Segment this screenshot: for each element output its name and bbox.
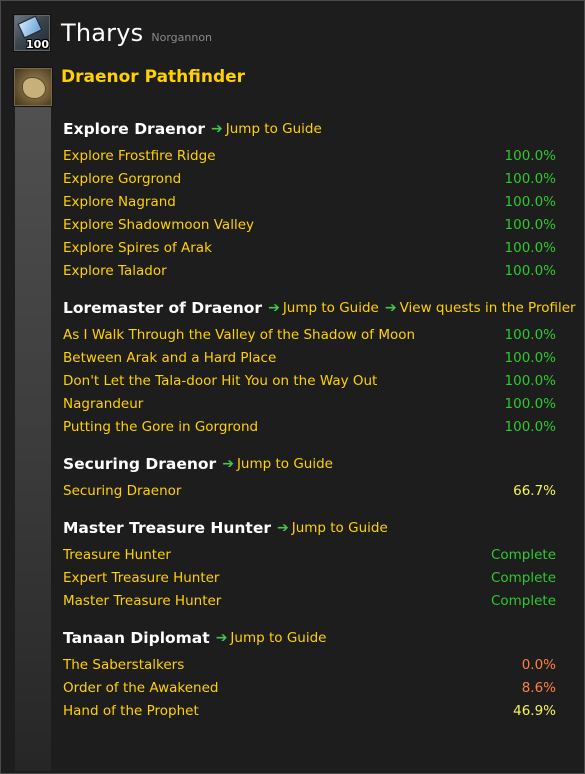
- section-header: Explore Draenor ➔ Jump to Guide: [63, 117, 556, 140]
- jump-to-guide-link[interactable]: ➔ Jump to Guide: [222, 456, 333, 472]
- criteria-row: Expert Treasure Hunter Complete: [63, 566, 556, 589]
- criteria-progress: 100.0%: [504, 262, 556, 279]
- criteria-row: Explore Spires of Arak 100.0%: [63, 236, 556, 259]
- arrow-right-icon: ➔: [276, 519, 289, 536]
- arrow-right-icon: ➔: [222, 455, 234, 472]
- link-label: View quests in the Profiler: [399, 299, 576, 316]
- criteria-section: Loremaster of Draenor ➔ Jump to Guide ➔ View…: [63, 296, 576, 438]
- criteria-progress: 100.0%: [504, 395, 556, 412]
- criteria-section: Explore Draenor ➔ Jump to Guide Explore Fro…: [63, 117, 556, 282]
- criteria-row: Nagrandeur 100.0%: [63, 392, 556, 415]
- criteria-progress: Complete: [490, 592, 556, 609]
- criteria-label[interactable]: Between Arak and a Hard Place: [63, 350, 276, 366]
- criteria-row: The Saberstalkers 0.0%: [63, 653, 556, 676]
- criteria-progress: 100.0%: [504, 239, 556, 256]
- criteria-row: Explore Shadowmoon Valley 100.0%: [63, 213, 556, 236]
- section-header: Master Treasure Hunter ➔ Jump to Guide: [63, 516, 556, 539]
- criteria-label[interactable]: Expert Treasure Hunter: [63, 570, 219, 586]
- map-icon: [13, 67, 53, 107]
- criteria-progress: Complete: [490, 569, 556, 586]
- criteria-progress: 100.0%: [504, 418, 556, 435]
- sidebar-bar: [15, 107, 51, 771]
- criteria-row: Don't Let the Tala-door Hit You on the W…: [63, 369, 556, 392]
- character-name[interactable]: Tharys: [61, 19, 143, 47]
- link-label: Jump to Guide: [236, 455, 333, 472]
- jump-to-guide-link[interactable]: ➔ Jump to Guide: [277, 520, 388, 536]
- section-title: Master Treasure Hunter: [63, 518, 271, 537]
- criteria-label[interactable]: Nagrandeur: [63, 396, 143, 412]
- criteria-row: Between Arak and a Hard Place 100.0%: [63, 346, 556, 369]
- jump-to-guide-link[interactable]: ➔ Jump to Guide: [211, 121, 322, 137]
- criteria-list: Explore Draenor ➔ Jump to Guide Explore Fro…: [63, 117, 576, 736]
- link-label: Jump to Guide: [230, 629, 327, 646]
- criteria-progress: 66.7%: [513, 482, 556, 499]
- criteria-label[interactable]: Putting the Gore in Gorgrond: [63, 419, 258, 435]
- criteria-progress: 100.0%: [504, 170, 556, 187]
- criteria-label[interactable]: Explore Frostfire Ridge: [63, 148, 216, 164]
- realm-name: Norgannon: [151, 30, 213, 44]
- jump-to-guide-link[interactable]: ➔ Jump to Guide: [268, 300, 379, 316]
- criteria-label[interactable]: As I Walk Through the Valley of the Shad…: [63, 327, 415, 343]
- section-title: Explore Draenor: [63, 119, 206, 138]
- jump-to-guide-link[interactable]: ➔ Jump to Guide: [216, 630, 327, 646]
- criteria-progress: 100.0%: [504, 216, 556, 233]
- link-label: Jump to Guide: [282, 299, 379, 316]
- criteria-label[interactable]: Securing Draenor: [63, 483, 181, 499]
- level-badge: 100: [26, 38, 49, 51]
- criteria-row: Hand of the Prophet 46.9%: [63, 699, 556, 722]
- criteria-progress: 100.0%: [504, 147, 556, 164]
- criteria-row: Putting the Gore in Gorgrond 100.0%: [63, 415, 556, 438]
- criteria-row: Treasure Hunter Complete: [63, 543, 556, 566]
- arrow-right-icon: ➔: [215, 629, 228, 646]
- criteria-section: Securing Draenor ➔ Jump to Guide Securing D…: [63, 452, 556, 502]
- section-header: Securing Draenor ➔ Jump to Guide: [63, 452, 556, 475]
- criteria-label[interactable]: Explore Spires of Arak: [63, 240, 212, 256]
- criteria-row: Master Treasure Hunter Complete: [63, 589, 556, 612]
- criteria-section: Master Treasure Hunter ➔ Jump to Guide Trea…: [63, 516, 556, 612]
- character-portrait-icon[interactable]: 100: [13, 14, 51, 52]
- criteria-label[interactable]: Explore Shadowmoon Valley: [63, 217, 254, 233]
- section-title: Loremaster of Draenor: [63, 298, 263, 317]
- criteria-progress: 46.9%: [513, 702, 556, 719]
- criteria-label[interactable]: Don't Let the Tala-door Hit You on the W…: [63, 373, 377, 389]
- section-title: Securing Draenor: [63, 454, 217, 473]
- criteria-progress: Complete: [490, 546, 556, 563]
- arrow-right-icon: ➔: [384, 299, 397, 316]
- criteria-label[interactable]: Hand of the Prophet: [63, 703, 199, 719]
- criteria-row: Explore Talador 100.0%: [63, 259, 556, 282]
- achievement-title: Draenor Pathfinder: [61, 67, 246, 87]
- link-label: Jump to Guide: [291, 519, 388, 536]
- criteria-progress: 100.0%: [504, 372, 556, 389]
- section-title: Tanaan Diplomat: [63, 628, 210, 647]
- section-header: Tanaan Diplomat ➔ Jump to Guide: [63, 626, 556, 649]
- link-label: Jump to Guide: [225, 120, 322, 137]
- criteria-label[interactable]: The Saberstalkers: [63, 657, 184, 673]
- criteria-label[interactable]: Treasure Hunter: [63, 547, 171, 563]
- criteria-row: Explore Nagrand 100.0%: [63, 190, 556, 213]
- gem-icon: [17, 15, 43, 39]
- criteria-row: As I Walk Through the Valley of the Shad…: [63, 323, 556, 346]
- character-header: 100 Tharys Norgannon: [13, 13, 212, 53]
- criteria-progress: 0.0%: [521, 656, 556, 673]
- criteria-label[interactable]: Explore Nagrand: [63, 194, 176, 210]
- criteria-label[interactable]: Master Treasure Hunter: [63, 593, 221, 609]
- criteria-row: Explore Gorgrond 100.0%: [63, 167, 556, 190]
- criteria-progress: 100.0%: [504, 326, 556, 343]
- criteria-progress: 100.0%: [504, 349, 556, 366]
- view-quests-link[interactable]: ➔ View quests in the Profiler: [385, 300, 576, 316]
- criteria-row: Order of the Awakened 8.6%: [63, 676, 556, 699]
- map-shape: [22, 77, 46, 99]
- criteria-row: Explore Frostfire Ridge 100.0%: [63, 144, 556, 167]
- criteria-section: Tanaan Diplomat ➔ Jump to Guide The Saberst…: [63, 626, 556, 722]
- section-header: Loremaster of Draenor ➔ Jump to Guide ➔ View…: [63, 296, 576, 319]
- criteria-label[interactable]: Explore Gorgrond: [63, 171, 181, 187]
- arrow-right-icon: ➔: [211, 120, 223, 137]
- arrow-right-icon: ➔: [268, 299, 280, 316]
- criteria-progress: 100.0%: [504, 193, 556, 210]
- achievement-panel: 100 Tharys Norgannon Draenor Pathfinder …: [0, 0, 585, 774]
- criteria-progress: 8.6%: [521, 679, 556, 696]
- criteria-row: Securing Draenor 66.7%: [63, 479, 556, 502]
- criteria-label[interactable]: Order of the Awakened: [63, 680, 218, 696]
- criteria-label[interactable]: Explore Talador: [63, 263, 167, 279]
